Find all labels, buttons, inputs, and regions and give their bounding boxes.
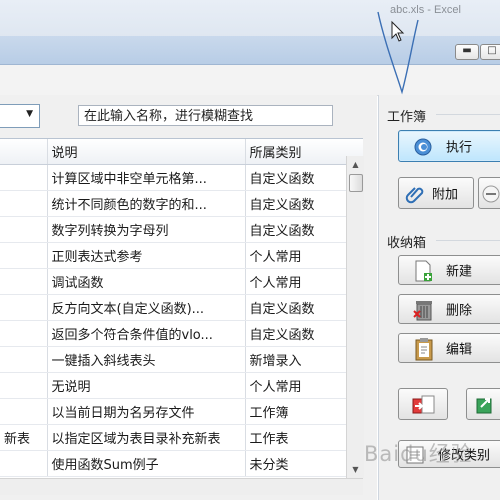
minus-icon — [482, 185, 500, 203]
toolbar-band — [0, 65, 500, 96]
new-document-icon — [415, 260, 432, 282]
table-row[interactable]: 一键插入斜线表头 新增录入 — [0, 346, 363, 373]
snippet-table: 说明 所属类别 计算区域中非空单元格第... 自定义函数 统计不同颜色的数字的和..… — [0, 138, 363, 479]
import-button[interactable] — [398, 388, 448, 420]
watermark-logo: Baidu经验 — [364, 442, 473, 466]
export-icon — [476, 398, 492, 414]
table-row[interactable]: 无说明 个人常用 — [0, 372, 363, 399]
row-name-cell[interactable] — [0, 164, 48, 191]
table-row[interactable]: 新表 以指定区域为表目录补充新表 工作表 — [0, 424, 363, 451]
table-row[interactable]: 反方向文本(自定义函数)... 自定义函数 — [0, 294, 363, 321]
dialog-title-band — [0, 36, 500, 65]
row-name-cell[interactable] — [0, 242, 48, 269]
table-header-row: 说明 所属类别 — [0, 139, 363, 165]
row-description-cell[interactable]: 数字列转换为字母列 — [47, 216, 246, 243]
storage-group-label: 收纳箱 — [387, 236, 427, 251]
row-name-cell[interactable] — [0, 372, 48, 399]
table-row[interactable]: 调试函数 个人常用 — [0, 268, 363, 295]
table-row[interactable]: 计算区域中非空单元格第... 自定义函数 — [0, 164, 363, 191]
row-name-cell[interactable] — [0, 398, 48, 425]
maximize-button[interactable]: □ — [480, 44, 500, 60]
column-header-description[interactable]: 说明 — [47, 139, 246, 165]
table-row[interactable]: 正则表达式参考 个人常用 — [0, 242, 363, 269]
table-row[interactable]: 数字列转换为字母列 自定义函数 — [0, 216, 363, 243]
row-description-cell[interactable]: 以指定区域为表目录补充新表 — [47, 424, 246, 451]
row-name-cell[interactable] — [0, 346, 48, 373]
row-description-cell[interactable]: 使用函数Sum例子 — [47, 450, 246, 477]
execute-label: 执行 — [446, 140, 473, 156]
trash-icon — [413, 301, 432, 321]
row-name-cell[interactable] — [0, 268, 48, 295]
row-name-cell[interactable] — [0, 320, 48, 347]
scroll-thumb[interactable] — [349, 174, 363, 192]
row-description-cell[interactable]: 一键插入斜线表头 — [47, 346, 246, 373]
row-description-cell[interactable]: 以当前日期为名另存文件 — [47, 398, 246, 425]
row-name-cell[interactable] — [0, 450, 48, 477]
filter-dropdown[interactable]: ▼ — [0, 104, 40, 128]
edit-button[interactable]: 编辑 — [398, 333, 500, 363]
import-icon — [412, 395, 435, 414]
vertical-scrollbar[interactable]: ▲ ▼ — [346, 156, 364, 478]
execute-icon — [414, 138, 432, 156]
row-description-cell[interactable]: 无说明 — [47, 372, 246, 399]
delete-label: 删除 — [446, 303, 473, 319]
minimize-button[interactable]: ▬ — [455, 44, 479, 60]
row-description-cell[interactable]: 正则表达式参考 — [47, 242, 246, 269]
table-row[interactable]: 返回多个符合条件值的vlo... 自定义函数 — [0, 320, 363, 347]
row-description-cell[interactable]: 返回多个符合条件值的vlo... — [47, 320, 246, 347]
excel-title-bar: abc.xls - Excel — [0, 0, 500, 36]
table-row[interactable]: 统计不同颜色的数字的和... 自定义函数 — [0, 190, 363, 217]
table-row[interactable]: 使用函数Sum例子 未分类 — [0, 450, 363, 477]
column-header-name[interactable] — [0, 139, 48, 165]
remove-button[interactable] — [478, 177, 500, 209]
row-description-cell[interactable]: 统计不同颜色的数字的和... — [47, 190, 246, 217]
attach-label: 附加 — [432, 187, 459, 203]
search-input[interactable]: 在此输入名称，进行模糊查找 — [78, 105, 333, 126]
horizontal-scrollbar[interactable] — [0, 478, 363, 495]
delete-button[interactable]: 删除 — [398, 294, 500, 324]
new-button[interactable]: 新建 — [398, 255, 500, 285]
row-name-cell[interactable] — [0, 190, 48, 217]
scroll-down-icon[interactable]: ▼ — [347, 461, 364, 478]
window-title: abc.xls - Excel — [390, 4, 461, 16]
chevron-down-icon: ▼ — [26, 109, 33, 119]
workbook-group-label: 工作簿 — [387, 110, 427, 125]
row-description-cell[interactable]: 反方向文本(自定义函数)... — [47, 294, 246, 321]
attach-button[interactable]: 附加 — [398, 177, 474, 209]
edit-label: 编辑 — [446, 342, 473, 358]
row-name-cell[interactable] — [0, 216, 48, 243]
row-name-cell[interactable]: 新表 — [0, 424, 48, 451]
divider — [436, 240, 500, 241]
export-button[interactable] — [466, 388, 500, 420]
table-row[interactable]: 以当前日期为名另存文件 工作簿 — [0, 398, 363, 425]
paperclip-icon — [405, 187, 424, 204]
execute-button[interactable]: 执行 — [398, 130, 500, 162]
new-label: 新建 — [446, 264, 473, 280]
row-description-cell[interactable]: 计算区域中非空单元格第... — [47, 164, 246, 191]
scroll-up-icon[interactable]: ▲ — [347, 156, 364, 173]
row-name-cell[interactable] — [0, 294, 48, 321]
divider — [436, 114, 500, 115]
clipboard-icon — [415, 338, 433, 361]
row-description-cell[interactable]: 调试函数 — [47, 268, 246, 295]
